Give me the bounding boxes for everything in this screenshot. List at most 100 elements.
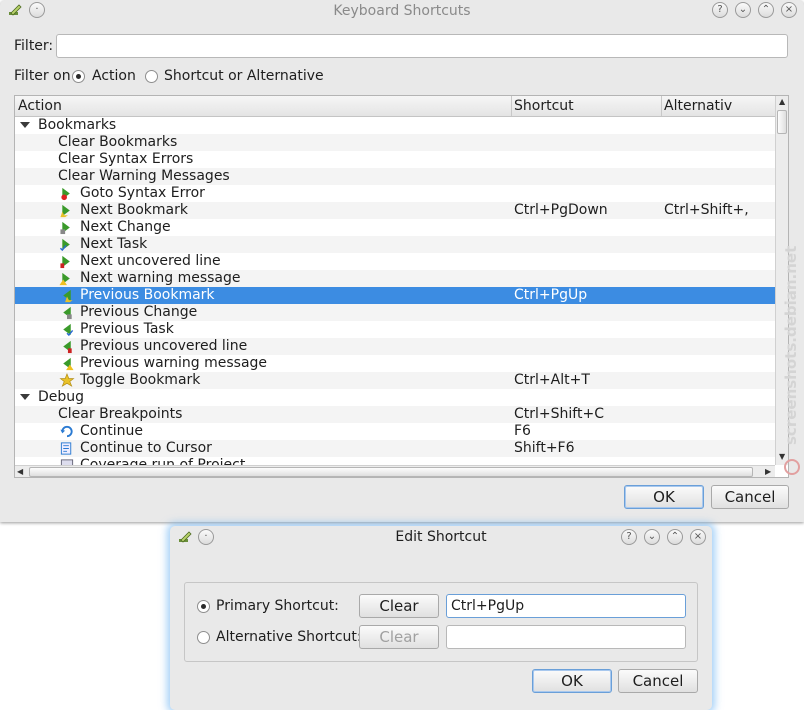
vertical-scroll-thumb[interactable] (777, 110, 787, 134)
next-bookmark-icon (60, 204, 70, 218)
horizontal-scroll-thumb[interactable] (29, 467, 753, 477)
filter-input[interactable] (56, 34, 788, 58)
tree-group-row[interactable]: Bookmarks (15, 117, 775, 134)
ok-button[interactable]: OK (624, 485, 704, 509)
action-label: Previous uncovered line (80, 338, 248, 354)
filter-on-label: Filter on (14, 68, 71, 84)
table-row[interactable]: Clear Warning Messages (15, 168, 775, 185)
dialog-minimize-button[interactable]: ⌄ (644, 529, 660, 545)
watermark: screenshots.debian.net (782, 246, 800, 475)
action-label: Next Task (80, 236, 148, 252)
dialog-close-button[interactable]: × (690, 529, 706, 545)
table-row[interactable]: Goto Syntax Error (15, 185, 775, 202)
previous-task-icon (63, 323, 74, 337)
shortcut-value: Ctrl+PgUp (514, 287, 588, 303)
table-row[interactable]: Previous Change (15, 304, 775, 321)
tree-group-row[interactable]: Debug (15, 389, 775, 406)
table-row[interactable]: Continue to Cursor Shift+F6 (15, 440, 775, 457)
action-label: Next Bookmark (80, 202, 188, 218)
shortcut-value: Ctrl+Shift+C (514, 406, 604, 422)
table-row[interactable]: Previous warning message (15, 355, 775, 372)
alternative-shortcut-radio[interactable] (197, 631, 210, 644)
dialog-ok-button[interactable]: OK (532, 669, 612, 693)
scroll-up-icon[interactable]: ▲ (779, 97, 785, 106)
expand-arrow-icon[interactable] (20, 394, 30, 400)
scroll-left-icon[interactable]: ◀ (17, 467, 23, 476)
action-label: Clear Bookmarks (58, 134, 178, 150)
shortcut-value: Shift+F6 (514, 440, 575, 456)
shortcuts-tree[interactable]: Action Shortcut Alternativ Bookmarks Clea… (14, 95, 789, 478)
primary-clear-button[interactable]: Clear (359, 594, 439, 618)
table-row[interactable]: Next Task (15, 236, 775, 253)
tree-rows: Bookmarks Clear Bookmarks Clear Syntax Err… (15, 117, 775, 465)
filter-shortcut-radio[interactable] (145, 70, 158, 83)
action-label: Previous Change (80, 304, 198, 320)
next-uncovered-icon (60, 255, 70, 269)
dialog-cancel-button[interactable]: Cancel (618, 669, 698, 693)
action-label: Previous warning message (80, 355, 268, 371)
table-row[interactable]: Previous uncovered line (15, 338, 775, 355)
action-label: Next uncovered line (80, 253, 221, 269)
column-action[interactable]: Action (18, 98, 62, 116)
table-row[interactable]: Clear Bookmarks (15, 134, 775, 151)
action-label: Continue to Cursor (80, 440, 212, 456)
edit-shortcut-dialog: · Edit Shortcut ? ⌄ ⌃ × Primary Shortcut… (170, 526, 712, 710)
table-row[interactable]: Continue F6 (15, 423, 775, 440)
column-alternative[interactable]: Alternativ (664, 98, 732, 116)
continue-icon (60, 425, 73, 438)
table-row[interactable]: Next Change (15, 219, 775, 236)
alternative-shortcut-input[interactable] (446, 625, 686, 649)
action-label: Next warning message (80, 270, 241, 286)
table-row[interactable]: Clear Syntax Errors (15, 151, 775, 168)
previous-warning-icon (63, 357, 74, 371)
toggle-bookmark-icon (59, 373, 75, 387)
dialog-maximize-button[interactable]: ⌃ (667, 529, 683, 545)
table-row[interactable]: Clear Breakpoints Ctrl+Shift+C (15, 406, 775, 423)
table-row[interactable]: Next warning message (15, 270, 775, 287)
alternative-clear-button[interactable]: Clear (359, 625, 439, 649)
filter-action-radio[interactable] (72, 70, 85, 83)
table-row[interactable]: Next uncovered line (15, 253, 775, 270)
scroll-right-icon[interactable]: ▶ (765, 467, 771, 476)
table-row[interactable]: Next Bookmark Ctrl+PgDown Ctrl+Shift+, (15, 202, 775, 219)
previous-uncovered-icon (63, 340, 72, 354)
primary-shortcut-radio[interactable] (197, 600, 210, 613)
table-row[interactable]: Previous Bookmark Ctrl+PgUp (15, 287, 775, 304)
keyboard-shortcuts-window: · Keyboard Shortcuts ? ⌄ ⌃ × Filter: Fil… (0, 0, 804, 522)
action-label: Toggle Bookmark (80, 372, 201, 388)
action-label: Clear Breakpoints (58, 406, 183, 422)
shortcut-value: F6 (514, 423, 531, 439)
filter-action-label[interactable]: Action (92, 68, 136, 84)
shortcut-group: Primary Shortcut: Clear Ctrl+PgUp Altern… (184, 582, 698, 662)
table-row[interactable]: Toggle Bookmark Ctrl+Alt+T (15, 372, 775, 389)
column-shortcut[interactable]: Shortcut (514, 98, 574, 116)
dialog-help-button[interactable]: ? (621, 529, 637, 545)
tree-header: Action Shortcut Alternativ (15, 96, 775, 117)
previous-bookmark-icon (63, 289, 73, 303)
next-change-icon (60, 221, 70, 235)
alternative-shortcut-label[interactable]: Alternative Shortcut: (216, 629, 362, 645)
help-button[interactable]: ? (712, 2, 728, 18)
shortcut-value: Ctrl+Alt+T (514, 372, 590, 388)
minimize-button[interactable]: ⌄ (735, 2, 751, 18)
window-title: Keyboard Shortcuts (333, 3, 471, 19)
maximize-button[interactable]: ⌃ (758, 2, 774, 18)
previous-change-icon (63, 306, 72, 320)
action-label: Previous Bookmark (80, 287, 215, 303)
action-label: Continue (80, 423, 143, 439)
filter-shortcut-label[interactable]: Shortcut or Alternative (164, 68, 324, 84)
action-label: Bookmarks (38, 117, 117, 133)
horizontal-scrollbar[interactable]: ◀ ▶ (15, 465, 775, 477)
action-label: Clear Warning Messages (58, 168, 230, 184)
close-button[interactable]: × (781, 2, 797, 18)
goto-error-icon (61, 187, 70, 201)
table-row[interactable]: Previous Task (15, 321, 775, 338)
action-label: Next Change (80, 219, 171, 235)
filter-label: Filter: (14, 38, 54, 54)
primary-shortcut-label[interactable]: Primary Shortcut: (216, 598, 339, 614)
table-row[interactable]: Coverage run of Project (15, 457, 775, 465)
expand-arrow-icon[interactable] (20, 122, 30, 128)
primary-shortcut-input[interactable]: Ctrl+PgUp (446, 594, 686, 618)
cancel-button[interactable]: Cancel (711, 485, 789, 509)
action-label: Clear Syntax Errors (58, 151, 194, 167)
